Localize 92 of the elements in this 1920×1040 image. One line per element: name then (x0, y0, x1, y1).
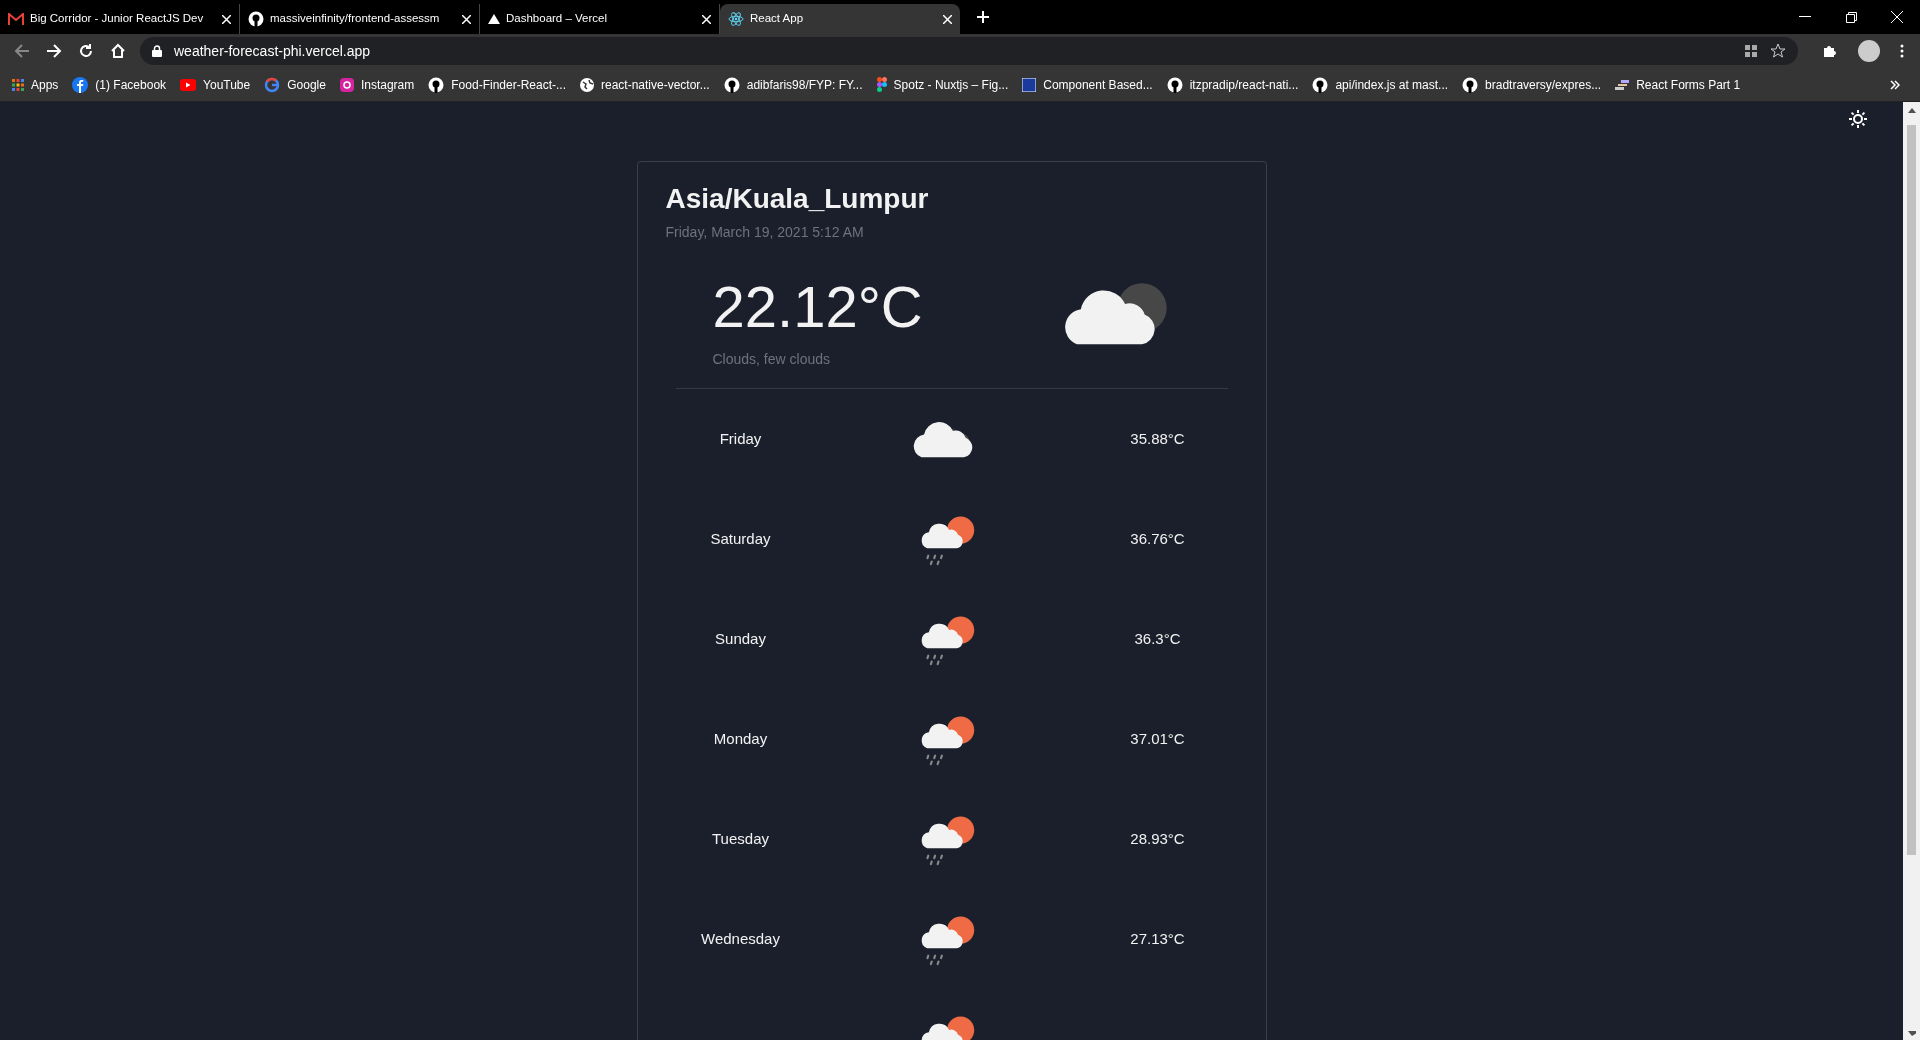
close-icon (1891, 11, 1903, 23)
bookmark-label: itzpradip/react-nati... (1189, 76, 1299, 94)
date-time: Friday, March 19, 2021 5:12 AM (665, 223, 865, 242)
puzzle-icon[interactable] (1822, 43, 1838, 59)
bookmark-label: Google (287, 76, 326, 94)
forecast-day: Wednesday (701, 927, 780, 951)
bookmark-link[interactable]: api/index.js at mast... (1312, 75, 1449, 94)
bookmark-link[interactable]: Instagram (339, 75, 415, 94)
plus-icon (976, 10, 990, 24)
qr-code-icon[interactable] (1744, 44, 1758, 58)
address-bar[interactable]: weather-forecast-phi.vercel.app (140, 37, 1798, 65)
bookmark-label: Component Based... (1043, 76, 1153, 94)
scroll-up-arrow-icon[interactable] (1907, 108, 1916, 113)
octocat-icon (1312, 76, 1329, 93)
octocat-icon (248, 11, 264, 27)
home-icon (110, 43, 126, 59)
bookmark-label: React Forms Part 1 (1636, 76, 1741, 94)
lock-icon (152, 45, 162, 57)
weather-description: Clouds, few clouds (712, 350, 831, 369)
octocat-icon (1166, 76, 1183, 93)
bookmark-link[interactable]: Component Based... (1022, 75, 1153, 94)
triangle-icon (488, 14, 500, 24)
bookmark-label: bradtraversy/expres... (1485, 76, 1602, 94)
bookmark-label: api/index.js at mast... (1335, 76, 1449, 94)
bookmark-link[interactable]: Spotz - Nuxtjs – Fig... (876, 75, 1009, 94)
bookmark-link[interactable]: bradtraversy/expres... (1462, 75, 1602, 94)
forecast-day: Saturday (710, 527, 771, 551)
bookmark-label: (1) Facebook (95, 76, 167, 94)
close-icon[interactable] (943, 14, 952, 24)
forecast-temperature: 36.3°C (1134, 628, 1181, 649)
tab-title: React App (750, 11, 804, 27)
scroll-down-arrow-icon[interactable] (1907, 1031, 1916, 1036)
bookmark-link[interactable]: react-native-vector... (580, 75, 710, 94)
forecast-day: Friday (719, 427, 762, 451)
grid-icon (12, 78, 24, 91)
bookmark-link[interactable]: Food-Finder-React-... (428, 75, 566, 94)
bookmark-label: Spotz - Nuxtjs – Fig... (893, 76, 1009, 94)
bookmark-link[interactable]: Google (264, 75, 326, 94)
camera-icon (339, 77, 354, 92)
bars-icon (1615, 79, 1630, 90)
bookmark-link[interactable]: YouTube (180, 75, 251, 94)
play-icon (180, 78, 197, 91)
close-icon[interactable] (222, 14, 231, 24)
location-title: Asia/Kuala_Lumpur (665, 182, 930, 216)
forecast-day: Sunday (715, 627, 766, 651)
facebook-f-icon (72, 76, 89, 93)
bookmark-link[interactable]: Apps (12, 75, 59, 94)
profile-avatar[interactable] (1858, 40, 1880, 62)
minimize-icon (1799, 16, 1811, 18)
bookmark-link[interactable]: adibfaris98/FYP: FY... (723, 75, 863, 94)
octocat-icon (1462, 76, 1479, 93)
forecast-temperature: 37.01°C (1130, 728, 1185, 749)
forecast-temperature: 36.76°C (1130, 528, 1185, 549)
mail-icon (8, 13, 24, 25)
menu-icon[interactable] (1900, 44, 1904, 58)
forecast-day: Tuesday (712, 827, 769, 851)
bookmark-label: Food-Finder-React-... (451, 76, 566, 94)
star-icon[interactable] (1770, 43, 1786, 59)
octocat-icon (428, 76, 445, 93)
bookmark-label: adibfaris98/FYP: FY... (746, 76, 863, 94)
tab-title: Dashboard – Vercel (506, 11, 607, 27)
close-icon[interactable] (702, 14, 711, 24)
forecast-temperature: 27.13°C (1130, 928, 1185, 949)
figma-shapes-icon (876, 77, 887, 92)
forward-arrow-icon (46, 43, 62, 59)
bookmark-label: Instagram (360, 76, 415, 94)
tab-title: massiveinfinity/frontend-assessm (270, 11, 440, 27)
scrollbar-thumb[interactable] (1907, 125, 1916, 855)
forecast-temperature: 35.88°C (1130, 428, 1185, 449)
browser-tab[interactable]: React App (720, 4, 960, 34)
octocat-icon (723, 76, 740, 93)
chevron-icon[interactable] (1890, 79, 1900, 90)
scrollbar[interactable] (1903, 102, 1920, 1040)
back-arrow-icon (14, 43, 30, 59)
current-temperature: 22.12°C (712, 273, 923, 341)
tab-title: Big Corridor - Junior ReactJS Dev (30, 11, 204, 27)
globe-icon (580, 77, 594, 92)
close-icon[interactable] (462, 14, 471, 24)
bookmark-label: react-native-vector... (601, 76, 710, 94)
restore-icon (1845, 11, 1857, 23)
bookmark-label: YouTube (203, 76, 251, 94)
bookmark-label: Apps (31, 76, 59, 94)
theme-toggle-sun-icon[interactable] (1849, 110, 1867, 128)
bookmark-link[interactable]: (1) Facebook (72, 75, 167, 94)
g-letter-icon (264, 76, 281, 93)
forecast-temperature: 28.93°C (1130, 828, 1185, 849)
bookmark-link[interactable]: itzpradip/react-nati... (1166, 75, 1299, 94)
atom-icon (728, 11, 744, 27)
url-text: weather-forecast-phi.vercel.app (174, 41, 371, 61)
bookmark-link[interactable]: React Forms Part 1 (1615, 75, 1741, 94)
forecast-day: Monday (713, 727, 768, 751)
reload-icon (78, 43, 94, 59)
